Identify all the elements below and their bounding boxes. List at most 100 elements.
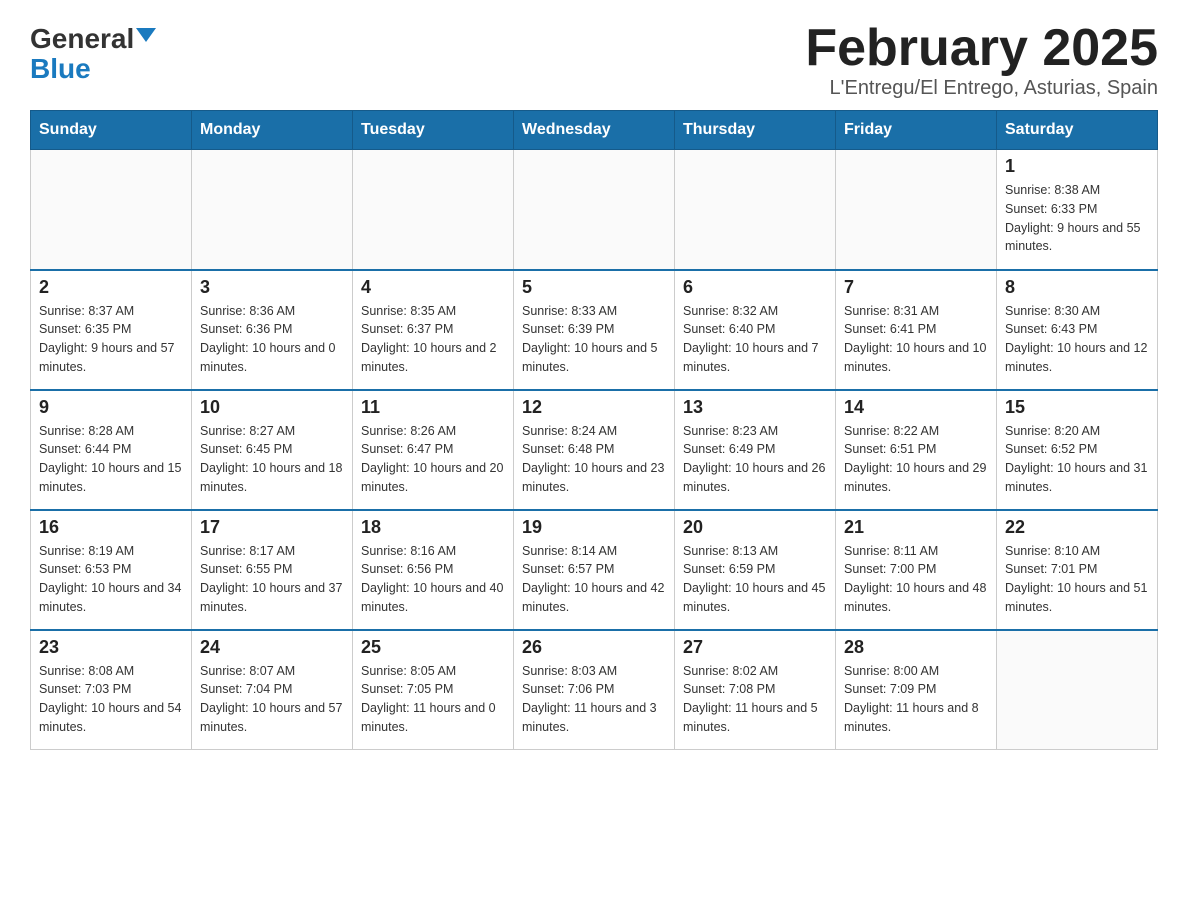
day-number: 1 [1005,156,1149,177]
calendar-day-cell: 5 Sunrise: 8:33 AMSunset: 6:39 PMDaylight… [514,270,675,390]
day-info: Sunrise: 8:07 AMSunset: 7:04 PMDaylight:… [200,662,344,737]
day-number: 11 [361,397,505,418]
calendar-title: February 2025 [805,20,1158,77]
calendar-day-cell: 7 Sunrise: 8:31 AMSunset: 6:41 PMDaylight… [836,270,997,390]
day-number: 5 [522,277,666,298]
day-number: 20 [683,517,827,538]
calendar-day-cell: 24 Sunrise: 8:07 AMSunset: 7:04 PMDayligh… [192,630,353,750]
calendar-day-cell: 1 Sunrise: 8:38 AMSunset: 6:33 PMDaylight… [997,150,1158,270]
day-info: Sunrise: 8:24 AMSunset: 6:48 PMDaylight:… [522,422,666,497]
calendar-day-cell [353,150,514,270]
day-number: 9 [39,397,183,418]
calendar-day-cell: 18 Sunrise: 8:16 AMSunset: 6:56 PMDayligh… [353,510,514,630]
day-number: 27 [683,637,827,658]
day-info: Sunrise: 8:33 AMSunset: 6:39 PMDaylight:… [522,302,666,377]
day-info: Sunrise: 8:19 AMSunset: 6:53 PMDaylight:… [39,542,183,617]
day-info: Sunrise: 8:35 AMSunset: 6:37 PMDaylight:… [361,302,505,377]
logo: General Blue [30,20,156,83]
calendar-day-cell: 2 Sunrise: 8:37 AMSunset: 6:35 PMDaylight… [31,270,192,390]
calendar-day-cell [192,150,353,270]
calendar-day-cell: 22 Sunrise: 8:10 AMSunset: 7:01 PMDayligh… [997,510,1158,630]
calendar-day-cell: 26 Sunrise: 8:03 AMSunset: 7:06 PMDayligh… [514,630,675,750]
day-number: 21 [844,517,988,538]
logo-text-general: General [30,25,134,53]
calendar-day-cell: 10 Sunrise: 8:27 AMSunset: 6:45 PMDayligh… [192,390,353,510]
day-info: Sunrise: 8:14 AMSunset: 6:57 PMDaylight:… [522,542,666,617]
day-number: 3 [200,277,344,298]
day-info: Sunrise: 8:08 AMSunset: 7:03 PMDaylight:… [39,662,183,737]
day-info: Sunrise: 8:36 AMSunset: 6:36 PMDaylight:… [200,302,344,377]
day-info: Sunrise: 8:11 AMSunset: 7:00 PMDaylight:… [844,542,988,617]
day-number: 2 [39,277,183,298]
day-info: Sunrise: 8:17 AMSunset: 6:55 PMDaylight:… [200,542,344,617]
day-info: Sunrise: 8:38 AMSunset: 6:33 PMDaylight:… [1005,181,1149,256]
calendar-week-row: 23 Sunrise: 8:08 AMSunset: 7:03 PMDayligh… [31,630,1158,750]
day-info: Sunrise: 8:03 AMSunset: 7:06 PMDaylight:… [522,662,666,737]
day-number: 7 [844,277,988,298]
calendar-day-cell: 15 Sunrise: 8:20 AMSunset: 6:52 PMDayligh… [997,390,1158,510]
calendar-day-cell: 23 Sunrise: 8:08 AMSunset: 7:03 PMDayligh… [31,630,192,750]
day-info: Sunrise: 8:10 AMSunset: 7:01 PMDaylight:… [1005,542,1149,617]
day-header-friday: Friday [836,111,997,150]
day-info: Sunrise: 8:16 AMSunset: 6:56 PMDaylight:… [361,542,505,617]
calendar-day-cell: 4Sunrise: 8:35 AMSunset: 6:37 PMDaylight… [353,270,514,390]
day-number: 16 [39,517,183,538]
day-number: 22 [1005,517,1149,538]
day-info: Sunrise: 8:20 AMSunset: 6:52 PMDaylight:… [1005,422,1149,497]
day-number: 25 [361,637,505,658]
day-info: Sunrise: 8:22 AMSunset: 6:51 PMDaylight:… [844,422,988,497]
day-info: Sunrise: 8:13 AMSunset: 6:59 PMDaylight:… [683,542,827,617]
day-number: 10 [200,397,344,418]
calendar-day-cell [836,150,997,270]
calendar-day-cell: 11 Sunrise: 8:26 AMSunset: 6:47 PMDayligh… [353,390,514,510]
calendar-subtitle: L'Entregu/El Entrego, Asturias, Spain [805,77,1158,100]
calendar-day-cell: 25 Sunrise: 8:05 AMSunset: 7:05 PMDayligh… [353,630,514,750]
day-header-monday: Monday [192,111,353,150]
calendar-day-cell: 6Sunrise: 8:32 AMSunset: 6:40 PMDaylight… [675,270,836,390]
day-header-thursday: Thursday [675,111,836,150]
day-info: Sunrise: 8:31 AMSunset: 6:41 PMDaylight:… [844,302,988,377]
calendar-week-row: 9 Sunrise: 8:28 AMSunset: 6:44 PMDaylight… [31,390,1158,510]
day-number: 17 [200,517,344,538]
calendar-day-cell [514,150,675,270]
day-info: Sunrise: 8:26 AMSunset: 6:47 PMDaylight:… [361,422,505,497]
day-number: 14 [844,397,988,418]
calendar-day-cell: 16 Sunrise: 8:19 AMSunset: 6:53 PMDayligh… [31,510,192,630]
calendar-day-cell: 14 Sunrise: 8:22 AMSunset: 6:51 PMDayligh… [836,390,997,510]
calendar-day-cell: 3 Sunrise: 8:36 AMSunset: 6:36 PMDaylight… [192,270,353,390]
calendar-day-cell [675,150,836,270]
day-info: Sunrise: 8:28 AMSunset: 6:44 PMDaylight:… [39,422,183,497]
day-number: 18 [361,517,505,538]
day-info: Sunrise: 8:32 AMSunset: 6:40 PMDaylight:… [683,302,827,377]
day-info: Sunrise: 8:00 AMSunset: 7:09 PMDaylight:… [844,662,988,737]
day-info: Sunrise: 8:30 AMSunset: 6:43 PMDaylight:… [1005,302,1149,377]
calendar-day-cell: 19 Sunrise: 8:14 AMSunset: 6:57 PMDayligh… [514,510,675,630]
calendar-week-row: 2 Sunrise: 8:37 AMSunset: 6:35 PMDaylight… [31,270,1158,390]
calendar-week-row: 16 Sunrise: 8:19 AMSunset: 6:53 PMDayligh… [31,510,1158,630]
day-number: 19 [522,517,666,538]
day-number: 26 [522,637,666,658]
day-info: Sunrise: 8:05 AMSunset: 7:05 PMDaylight:… [361,662,505,737]
day-header-wednesday: Wednesday [514,111,675,150]
day-number: 13 [683,397,827,418]
calendar-day-cell: 20 Sunrise: 8:13 AMSunset: 6:59 PMDayligh… [675,510,836,630]
day-info: Sunrise: 8:27 AMSunset: 6:45 PMDaylight:… [200,422,344,497]
day-header-sunday: Sunday [31,111,192,150]
logo-text-blue: Blue [30,53,91,84]
day-number: 15 [1005,397,1149,418]
day-number: 28 [844,637,988,658]
day-info: Sunrise: 8:02 AMSunset: 7:08 PMDaylight:… [683,662,827,737]
calendar-day-cell [997,630,1158,750]
page-header: General Blue February 2025 L'Entregu/El … [30,20,1158,100]
day-header-saturday: Saturday [997,111,1158,150]
calendar-day-cell: 9 Sunrise: 8:28 AMSunset: 6:44 PMDaylight… [31,390,192,510]
calendar-day-cell: 8Sunrise: 8:30 AMSunset: 6:43 PMDaylight… [997,270,1158,390]
calendar-day-cell: 12Sunrise: 8:24 AMSunset: 6:48 PMDayligh… [514,390,675,510]
day-number: 23 [39,637,183,658]
calendar-day-cell: 21 Sunrise: 8:11 AMSunset: 7:00 PMDayligh… [836,510,997,630]
day-info: Sunrise: 8:37 AMSunset: 6:35 PMDaylight:… [39,302,183,377]
calendar-day-cell: 28 Sunrise: 8:00 AMSunset: 7:09 PMDayligh… [836,630,997,750]
day-number: 24 [200,637,344,658]
calendar-day-cell: 17 Sunrise: 8:17 AMSunset: 6:55 PMDayligh… [192,510,353,630]
calendar-table: SundayMondayTuesdayWednesdayThursdayFrid… [30,110,1158,750]
